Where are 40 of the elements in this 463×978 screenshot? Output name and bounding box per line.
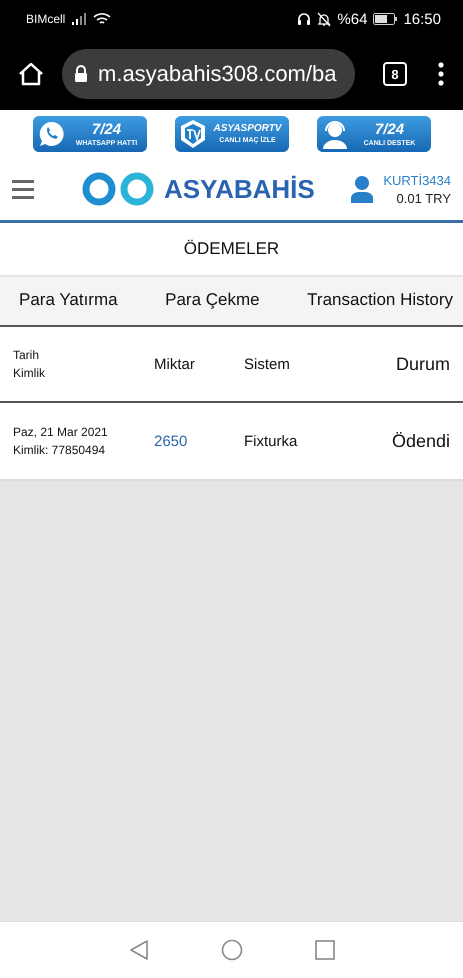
payment-system: Fixturka (244, 432, 298, 450)
url-text: m.asyabahis308.com/ba (98, 61, 336, 87)
back-icon[interactable] (128, 939, 148, 961)
payment-tab[interactable]: Para Çekme (165, 286, 260, 316)
tv-shield-icon (178, 119, 206, 149)
carrier-name: BIMcell (26, 12, 66, 26)
banner-title: 7/24 (374, 122, 404, 136)
banner-title: ASYASPORTV (214, 124, 282, 134)
address-bar[interactable]: m.asyabahis308.com/ba (62, 49, 355, 99)
column-header: Durum (396, 354, 450, 374)
battery-percent: %64 (337, 10, 368, 28)
infinity-logo-icon (80, 172, 156, 206)
lock-icon (74, 65, 88, 83)
user-icon[interactable] (351, 175, 374, 203)
battery-icon (373, 13, 398, 25)
wifi-icon (93, 12, 112, 26)
column-header: Sistem (244, 356, 291, 372)
transaction-id: Kimlik: 77850494 (13, 442, 106, 459)
account-balance: 0.01 TRY (396, 190, 451, 206)
transaction-status: Ödendi (392, 430, 450, 452)
banner-title: 7/24 (92, 122, 122, 136)
headphones-icon (297, 12, 312, 26)
transaction-amount: 2650 (154, 432, 188, 450)
site-logo-text: ASYABAHİS (164, 174, 315, 204)
column-header: Miktar (154, 356, 196, 372)
payment-tab[interactable]: Para Yatırma (19, 286, 118, 316)
transaction-date: Paz, 21 Mar 2021 (13, 424, 109, 441)
chat-phone-icon (36, 119, 66, 149)
username: KURTİ3434 (383, 172, 451, 188)
column-header: Kimlik (13, 365, 46, 382)
column-header: Tarih (13, 347, 40, 364)
clock-time: 16:50 (403, 10, 441, 28)
support-agent-icon (320, 119, 348, 149)
tab-count-button[interactable]: 8 (383, 62, 407, 86)
recents-icon[interactable] (314, 940, 334, 960)
page-title: ÖDEMELER (184, 239, 280, 259)
menu-icon[interactable] (437, 62, 445, 86)
payment-tab[interactable]: Transaction History (307, 286, 453, 316)
muted-bell-icon (317, 12, 332, 26)
signal-icon (71, 13, 88, 25)
